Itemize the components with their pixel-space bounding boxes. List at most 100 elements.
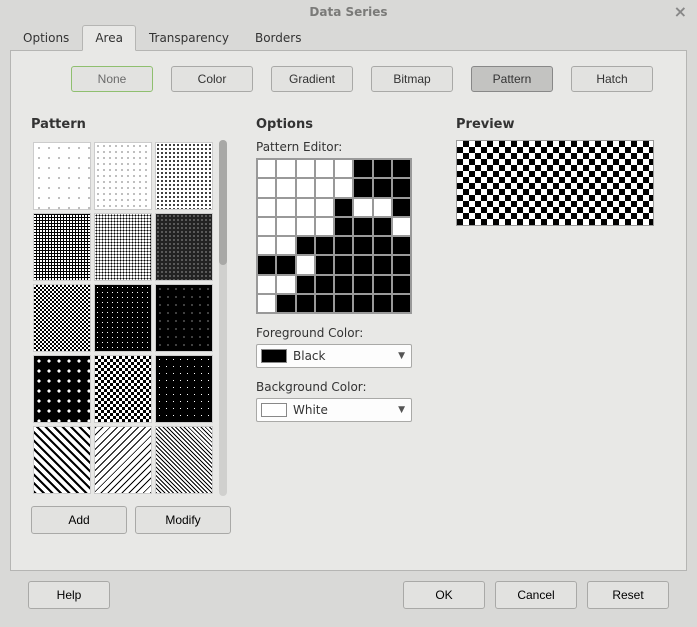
pattern-swatch[interactable] bbox=[33, 426, 91, 494]
pattern-swatch[interactable] bbox=[33, 142, 91, 210]
background-color-combo[interactable]: White ▼ bbox=[256, 398, 412, 422]
fill-color-button[interactable]: Color bbox=[171, 66, 253, 92]
modify-pattern-button[interactable]: Modify bbox=[135, 506, 231, 534]
pattern-scrollbar[interactable] bbox=[219, 140, 227, 496]
reset-button[interactable]: Reset bbox=[587, 581, 669, 609]
editor-pixel[interactable] bbox=[373, 255, 392, 274]
fill-gradient-button[interactable]: Gradient bbox=[271, 66, 353, 92]
pattern-swatch[interactable] bbox=[155, 213, 213, 281]
fill-none-button[interactable]: None bbox=[71, 66, 153, 92]
editor-pixel[interactable] bbox=[334, 198, 353, 217]
pattern-swatch[interactable] bbox=[155, 142, 213, 210]
editor-pixel[interactable] bbox=[334, 255, 353, 274]
editor-pixel[interactable] bbox=[334, 178, 353, 197]
cancel-button[interactable]: Cancel bbox=[495, 581, 577, 609]
editor-pixel[interactable] bbox=[353, 217, 372, 236]
editor-pixel[interactable] bbox=[392, 198, 411, 217]
editor-pixel[interactable] bbox=[276, 236, 295, 255]
tab-options[interactable]: Options bbox=[10, 25, 82, 51]
editor-pixel[interactable] bbox=[257, 275, 276, 294]
editor-pixel[interactable] bbox=[315, 294, 334, 313]
editor-pixel[interactable] bbox=[315, 159, 334, 178]
pattern-swatch[interactable] bbox=[155, 284, 213, 352]
editor-pixel[interactable] bbox=[373, 275, 392, 294]
add-pattern-button[interactable]: Add bbox=[31, 506, 127, 534]
editor-pixel[interactable] bbox=[334, 275, 353, 294]
editor-pixel[interactable] bbox=[276, 198, 295, 217]
fill-bitmap-button[interactable]: Bitmap bbox=[371, 66, 453, 92]
editor-pixel[interactable] bbox=[315, 275, 334, 294]
editor-pixel[interactable] bbox=[257, 255, 276, 274]
pattern-swatch[interactable] bbox=[155, 355, 213, 423]
editor-pixel[interactable] bbox=[392, 255, 411, 274]
editor-pixel[interactable] bbox=[353, 198, 372, 217]
foreground-color-combo[interactable]: Black ▼ bbox=[256, 344, 412, 368]
editor-pixel[interactable] bbox=[315, 236, 334, 255]
editor-pixel[interactable] bbox=[392, 275, 411, 294]
editor-pixel[interactable] bbox=[373, 178, 392, 197]
pattern-swatch[interactable] bbox=[94, 213, 152, 281]
editor-pixel[interactable] bbox=[334, 159, 353, 178]
editor-pixel[interactable] bbox=[257, 159, 276, 178]
editor-pixel[interactable] bbox=[373, 198, 392, 217]
editor-pixel[interactable] bbox=[353, 275, 372, 294]
editor-pixel[interactable] bbox=[257, 217, 276, 236]
editor-pixel[interactable] bbox=[276, 217, 295, 236]
editor-pixel[interactable] bbox=[276, 275, 295, 294]
editor-pixel[interactable] bbox=[315, 255, 334, 274]
editor-pixel[interactable] bbox=[257, 198, 276, 217]
pattern-swatch[interactable] bbox=[33, 355, 91, 423]
editor-pixel[interactable] bbox=[315, 198, 334, 217]
editor-pixel[interactable] bbox=[315, 217, 334, 236]
tab-area[interactable]: Area bbox=[82, 25, 136, 51]
editor-pixel[interactable] bbox=[353, 294, 372, 313]
pattern-editor-grid[interactable] bbox=[256, 158, 412, 314]
editor-pixel[interactable] bbox=[276, 255, 295, 274]
help-button[interactable]: Help bbox=[28, 581, 110, 609]
tab-borders[interactable]: Borders bbox=[242, 25, 314, 51]
editor-pixel[interactable] bbox=[296, 275, 315, 294]
editor-pixel[interactable] bbox=[353, 255, 372, 274]
editor-pixel[interactable] bbox=[334, 294, 353, 313]
editor-pixel[interactable] bbox=[296, 178, 315, 197]
pattern-swatch[interactable] bbox=[33, 284, 91, 352]
pattern-swatch[interactable] bbox=[94, 426, 152, 494]
editor-pixel[interactable] bbox=[296, 159, 315, 178]
editor-pixel[interactable] bbox=[373, 159, 392, 178]
ok-button[interactable]: OK bbox=[403, 581, 485, 609]
editor-pixel[interactable] bbox=[315, 178, 334, 197]
editor-pixel[interactable] bbox=[257, 236, 276, 255]
editor-pixel[interactable] bbox=[353, 178, 372, 197]
pattern-swatch[interactable] bbox=[155, 426, 213, 494]
editor-pixel[interactable] bbox=[373, 217, 392, 236]
editor-pixel[interactable] bbox=[257, 178, 276, 197]
fill-pattern-button[interactable]: Pattern bbox=[471, 66, 553, 92]
editor-pixel[interactable] bbox=[373, 236, 392, 255]
editor-pixel[interactable] bbox=[276, 159, 295, 178]
scrollbar-thumb[interactable] bbox=[219, 140, 227, 265]
editor-pixel[interactable] bbox=[296, 255, 315, 274]
editor-pixel[interactable] bbox=[334, 236, 353, 255]
pattern-swatch[interactable] bbox=[33, 213, 91, 281]
editor-pixel[interactable] bbox=[392, 236, 411, 255]
pattern-swatch[interactable] bbox=[94, 355, 152, 423]
editor-pixel[interactable] bbox=[296, 198, 315, 217]
editor-pixel[interactable] bbox=[276, 294, 295, 313]
editor-pixel[interactable] bbox=[296, 217, 315, 236]
editor-pixel[interactable] bbox=[392, 178, 411, 197]
editor-pixel[interactable] bbox=[296, 294, 315, 313]
pattern-swatch[interactable] bbox=[94, 284, 152, 352]
editor-pixel[interactable] bbox=[257, 294, 276, 313]
pattern-swatch[interactable] bbox=[94, 142, 152, 210]
close-icon[interactable]: × bbox=[674, 0, 687, 24]
editor-pixel[interactable] bbox=[334, 217, 353, 236]
editor-pixel[interactable] bbox=[276, 178, 295, 197]
fill-hatch-button[interactable]: Hatch bbox=[571, 66, 653, 92]
editor-pixel[interactable] bbox=[392, 159, 411, 178]
editor-pixel[interactable] bbox=[392, 294, 411, 313]
editor-pixel[interactable] bbox=[353, 159, 372, 178]
editor-pixel[interactable] bbox=[353, 236, 372, 255]
tab-transparency[interactable]: Transparency bbox=[136, 25, 242, 51]
editor-pixel[interactable] bbox=[373, 294, 392, 313]
editor-pixel[interactable] bbox=[392, 217, 411, 236]
